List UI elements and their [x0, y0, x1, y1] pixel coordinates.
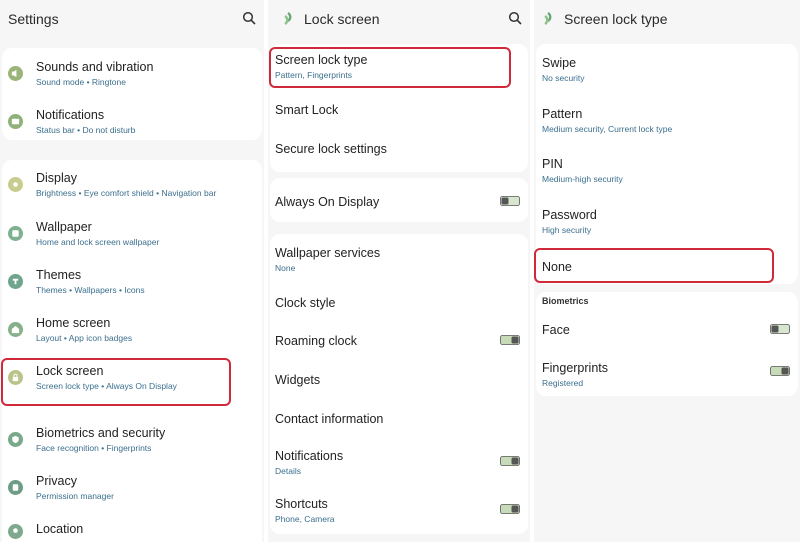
item-label: Widgets — [275, 373, 321, 387]
toggle-switch-icon[interactable] — [770, 324, 790, 334]
back-icon[interactable] — [540, 11, 556, 27]
brush-icon — [8, 274, 23, 289]
item-sub: Status bar • Do not disturb — [36, 125, 136, 135]
item-sub: Medium security, Current lock type — [542, 124, 673, 134]
lock-screen-header: Lock screen — [268, 0, 530, 38]
item-label: Wallpaper — [36, 220, 92, 234]
item-sub: Face recognition • Fingerprints — [36, 443, 152, 453]
item-sub: Home and lock screen wallpaper — [36, 237, 160, 247]
item-label: Swipe — [542, 56, 577, 70]
image-icon — [8, 226, 23, 241]
item-label: Biometrics and security — [36, 426, 166, 440]
home-icon — [8, 322, 23, 337]
shield-icon — [8, 432, 23, 447]
page-title: Screen lock type — [564, 11, 668, 27]
item-label: Display — [36, 171, 77, 185]
item-label: Shortcuts — [275, 497, 328, 511]
privacy-icon — [8, 480, 23, 495]
toggle-switch-icon[interactable] — [500, 335, 520, 345]
item-sub: Permission manager — [36, 491, 114, 501]
search-icon[interactable] — [508, 11, 522, 25]
item-sub: Phone, Camera — [275, 514, 335, 524]
search-icon[interactable] — [242, 11, 256, 25]
item-label: Notifications — [36, 108, 105, 122]
item-label: Face — [542, 323, 570, 337]
item-sub: Brightness • Eye comfort shield • Naviga… — [36, 188, 217, 198]
section-header: Biometrics — [542, 296, 589, 306]
item-label: Lock screen — [36, 364, 104, 378]
lock-icon — [8, 370, 23, 385]
item-label: Clock style — [275, 296, 336, 310]
item-sub: Medium-high security — [542, 174, 623, 184]
item-label: Privacy — [36, 474, 77, 488]
back-icon[interactable] — [280, 11, 296, 27]
item-sub: Layout • App icon badges — [36, 333, 133, 343]
item-label: Screen lock type — [275, 53, 368, 67]
page-title: Settings — [8, 11, 59, 27]
location-icon — [8, 524, 23, 539]
toggle-switch-icon[interactable] — [500, 504, 520, 514]
item-label: Contact information — [275, 412, 384, 426]
speaker-icon — [8, 66, 23, 81]
item-sub: Screen lock type • Always On Display — [36, 381, 177, 391]
settings-header: Settings — [0, 0, 264, 38]
item-label: Wallpaper services — [275, 246, 381, 260]
item-label: Notifications — [275, 449, 344, 463]
item-label: Themes — [36, 268, 82, 282]
item-label: None — [542, 260, 572, 274]
item-label: PIN — [542, 157, 563, 171]
screen-lock-type-header: Screen lock type — [534, 0, 800, 38]
item-sub: High security — [542, 225, 592, 235]
page-title: Lock screen — [304, 11, 380, 27]
toggle-switch-icon[interactable] — [500, 456, 520, 466]
item-sub: Registered — [542, 378, 584, 388]
item-label: Secure lock settings — [275, 142, 387, 156]
toggle-switch-icon[interactable] — [770, 366, 790, 376]
toggle-switch-icon[interactable] — [500, 196, 520, 206]
item-label: Password — [542, 208, 597, 222]
item-label: Home screen — [36, 316, 111, 330]
screen-lock-type-panel: Screen lock type Swipe No security Patter… — [534, 0, 800, 542]
item-sub: No security — [542, 73, 585, 83]
sun-icon — [8, 177, 23, 192]
item-label: Smart Lock — [275, 103, 339, 117]
item-label: Location — [36, 522, 84, 536]
item-sub: Themes • Wallpapers • Icons — [36, 285, 145, 295]
lock-screen-panel: Lock screen Screen lock type Pattern, Fin… — [268, 0, 530, 542]
settings-panel: Settings Sounds and vibration Sound mode … — [0, 0, 264, 542]
notification-icon — [8, 114, 23, 129]
item-label: Always On Display — [275, 195, 380, 209]
item-sub: Pattern, Fingerprints — [275, 70, 353, 80]
item-sub: Details — [275, 466, 301, 476]
item-label: Pattern — [542, 107, 583, 121]
item-sub: None — [275, 263, 296, 273]
item-label: Roaming clock — [275, 334, 357, 348]
item-label: Fingerprints — [542, 361, 608, 375]
item-sub: Sound mode • Ringtone — [36, 77, 126, 87]
item-label: Sounds and vibration — [36, 60, 154, 74]
